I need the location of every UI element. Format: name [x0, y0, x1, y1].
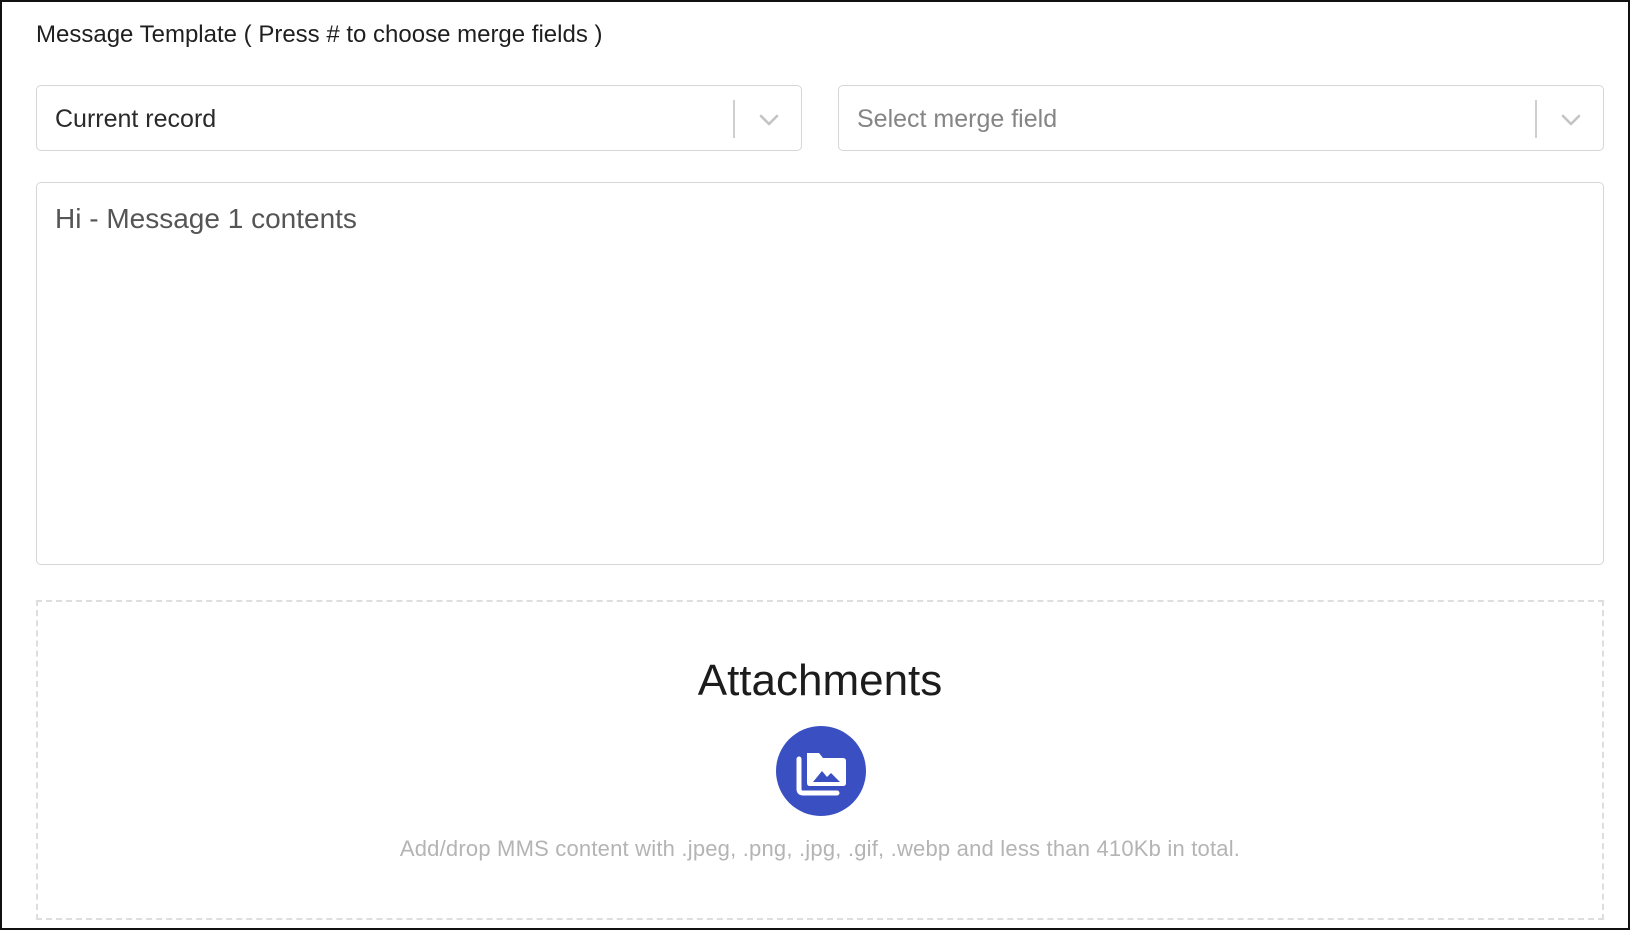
record-select[interactable]: Current record [36, 85, 802, 151]
attachments-dropzone[interactable]: Attachments Add/drop MMS content with .j… [36, 600, 1604, 920]
merge-field-select-placeholder: Select merge field [857, 105, 1058, 133]
message-template-label: Message Template ( Press # to choose mer… [36, 21, 603, 48]
select-separator [733, 100, 735, 138]
select-separator [1535, 100, 1537, 138]
message-template-panel: Message Template ( Press # to choose mer… [0, 0, 1630, 930]
message-body-text: Hi - Message 1 contents [55, 203, 357, 234]
chevron-down-icon[interactable] [1559, 108, 1583, 132]
attachments-hint: Add/drop MMS content with .jpeg, .png, .… [399, 836, 1241, 861]
message-body-textarea[interactable]: Hi - Message 1 contents [36, 182, 1604, 565]
image-library-icon[interactable] [776, 726, 866, 816]
merge-field-select[interactable]: Select merge field [838, 85, 1604, 151]
attachments-title: Attachments [697, 656, 943, 705]
chevron-down-icon[interactable] [757, 108, 781, 132]
record-select-value: Current record [55, 105, 217, 133]
